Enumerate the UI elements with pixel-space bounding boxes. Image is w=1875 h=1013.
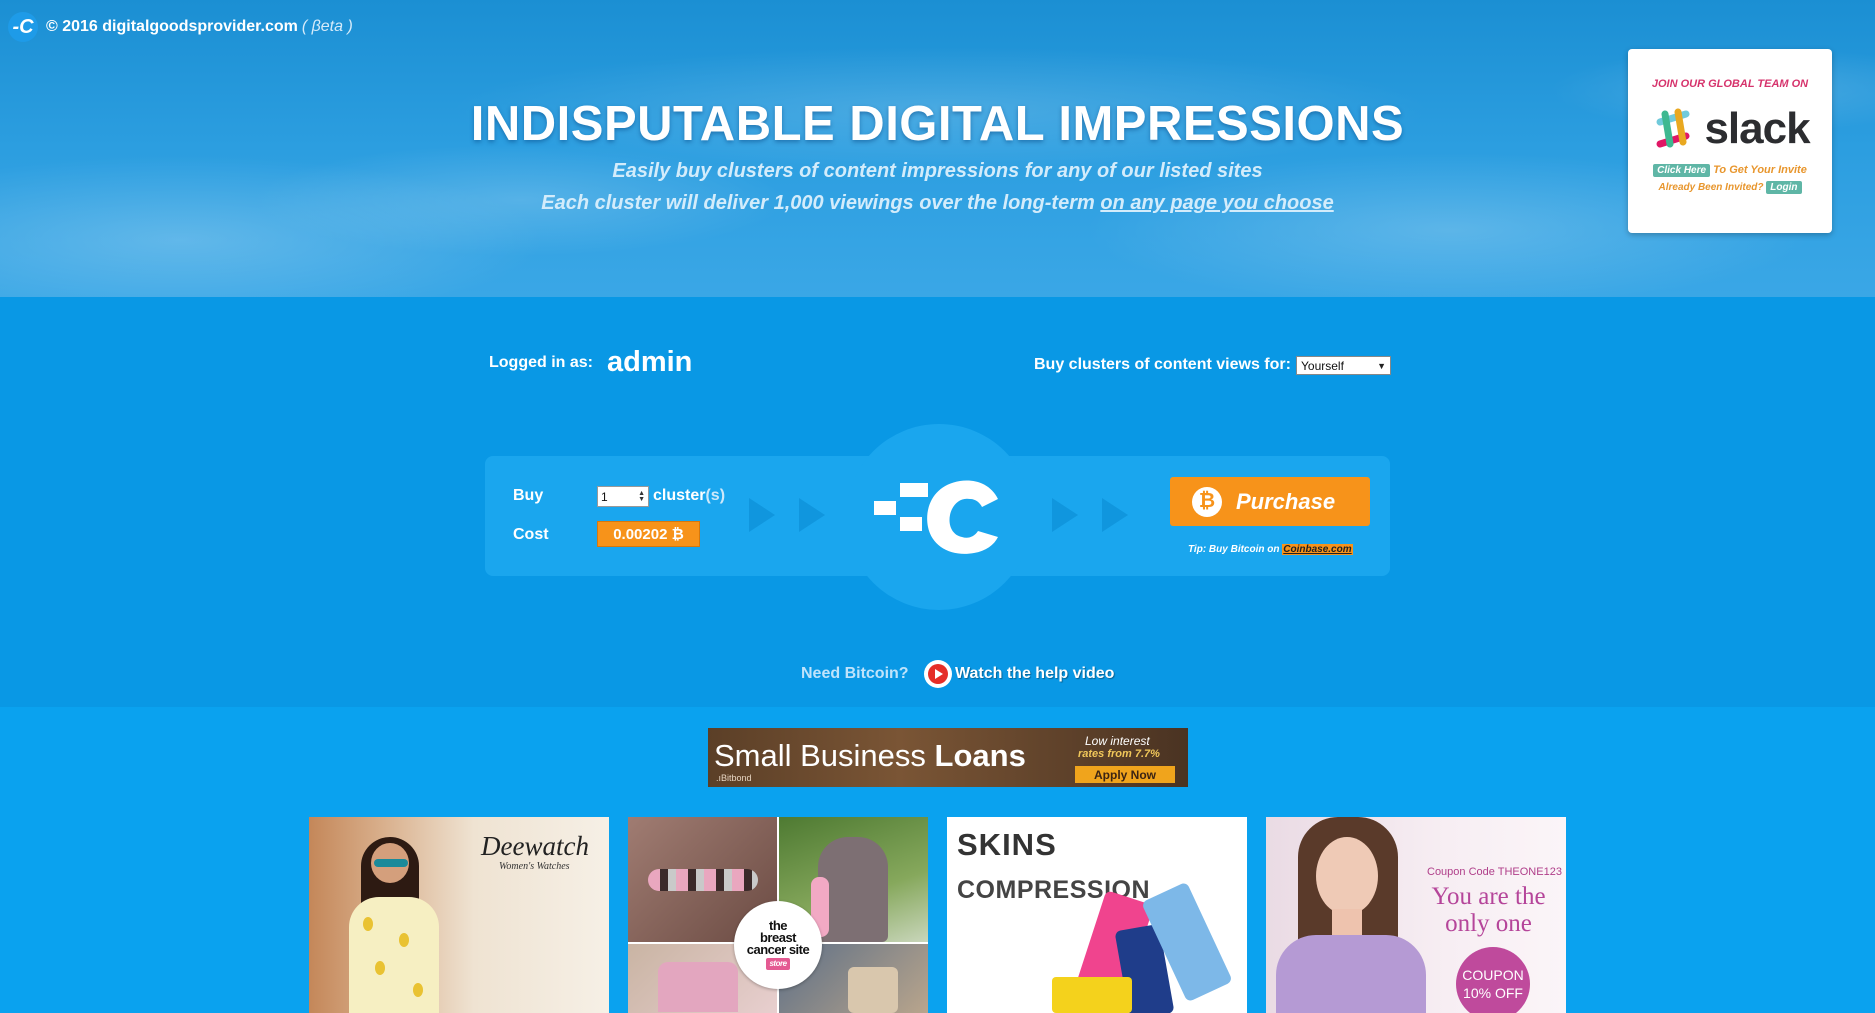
cluster-word: cluster (653, 487, 706, 504)
ad-rate-line-2: rates from 7.7% (1078, 748, 1160, 760)
buy-label: Buy (513, 487, 544, 504)
slack-join-text: JOIN OUR GLOBAL TEAM ON (1651, 78, 1809, 90)
ad-banner-small-business-loans[interactable]: Small Business Loans .ıBitbond Low inter… (708, 728, 1188, 787)
arrow-right-icon (749, 498, 775, 532)
handbag-shape (658, 962, 738, 1012)
hero-title: INDISPUTABLE DIGITAL IMPRESSIONS (470, 97, 1405, 151)
ad-banner-title: Small Business Loans (714, 738, 1026, 774)
lemon-print (363, 917, 373, 931)
cluster-quantity-input[interactable]: 1 ▲ ▼ (597, 486, 649, 507)
center-logo-circle (846, 424, 1032, 610)
need-bitcoin-label: Need Bitcoin? (801, 665, 909, 682)
bracelet-shape (648, 869, 758, 891)
brand-text: © 2016 digitalgoodsprovider.com( βeta ) (46, 18, 353, 36)
youtube-play-inner (928, 664, 948, 684)
hero-subtitle-2-text: Each cluster will deliver 1,000 viewings… (541, 192, 1101, 214)
arrow-right-icon (1102, 498, 1128, 532)
hero-subtitle-2: Each cluster will deliver 1,000 viewings… (0, 192, 1875, 215)
slack-invite-line: Click Here To Get Your Invite (1628, 164, 1832, 177)
ad-tile-lingerie[interactable]: Coupon Code THEONE123 You are the only o… (1266, 817, 1566, 1013)
youtube-play-icon[interactable] (924, 660, 952, 688)
ad-tile-deewatch[interactable]: Deewatch Women's Watches (309, 817, 609, 1013)
lemon-print (413, 983, 423, 997)
sunglasses-shape (374, 859, 408, 867)
model-face (1316, 837, 1378, 915)
slack-wordmark: slack (1704, 104, 1810, 153)
coupon-code-text: Coupon Code THEONE123 (1427, 866, 1562, 878)
skins-logo: SKINS (957, 827, 1057, 862)
coupon-line-1: COUPON (1462, 967, 1524, 983)
dgp-large-logo-icon (874, 480, 998, 554)
model-dress (349, 897, 439, 1013)
cluster-suffix: (s) (705, 487, 726, 504)
quantity-value: 1 (601, 489, 608, 504)
lace-top (1276, 935, 1426, 1013)
badge-line-3: cancer site (746, 942, 810, 957)
purchase-button[interactable]: ₿ Purchase (1170, 477, 1370, 526)
purchase-label: Purchase (1236, 488, 1336, 514)
chevron-down-icon: ▼ (1377, 360, 1386, 371)
already-invited-text: Already Been Invited? (1658, 182, 1764, 193)
tip-text: Tip: Buy Bitcoin on (1188, 544, 1283, 555)
beta-label: ( βeta ) (301, 18, 353, 35)
ad-tile-breast-cancer-site[interactable]: the breast cancer site store (628, 817, 928, 1013)
dgp-logo-icon[interactable]: -C (8, 12, 38, 42)
play-triangle-icon (935, 669, 943, 679)
watch-help-video-link[interactable]: Watch the help video (955, 665, 1114, 683)
lemon-print (375, 961, 385, 975)
model-image (341, 827, 451, 1013)
hero-banner: -C © 2016 digitalgoodsprovider.com( βeta… (0, 0, 1875, 297)
compression-sleeve-yellow (1052, 977, 1132, 1013)
buy-for-label: Buy clusters of content views for: (1034, 356, 1291, 373)
ad-title-light: Small Business (714, 738, 935, 773)
deewatch-logo: Deewatch (481, 831, 589, 861)
coinbase-link[interactable]: Coinbase.com (1282, 544, 1353, 555)
cluster-label: cluster(s) (653, 487, 725, 505)
ad-tile-skins[interactable]: SKINS COMPRESSION (947, 817, 1247, 1013)
cost-value-box: 0.00202 ₿ (597, 521, 700, 547)
username: admin (607, 346, 693, 378)
copyright-text: © 2016 digitalgoodsprovider.com (46, 18, 298, 35)
any-page-link[interactable]: on any page you choose (1100, 192, 1333, 214)
coupon-line-2: 10% OFF (1463, 985, 1523, 1001)
slack-logo[interactable]: slack (1628, 104, 1832, 154)
coupon-badge: COUPON 10% OFF (1456, 947, 1530, 1013)
hero-subtitle-1: Easily buy clusters of content impressio… (612, 160, 1263, 182)
click-here-button[interactable]: Click Here (1653, 164, 1711, 177)
slack-already-line: Already Been Invited? Login (1628, 181, 1832, 194)
invite-text: To Get Your Invite (1713, 164, 1807, 176)
spinner-arrows-icon[interactable]: ▲ ▼ (638, 490, 645, 503)
lingerie-headline: You are the only one (1431, 883, 1546, 937)
badge-store: store (766, 958, 790, 970)
bitcoin-tip: Tip: Buy Bitcoin on Coinbase.com (1188, 544, 1353, 555)
logged-in-label: Logged in as: (489, 354, 593, 371)
ad-banner-brand: .ıBitbond (716, 773, 752, 783)
cost-label: Cost (513, 526, 549, 543)
deewatch-subtitle: Women's Watches (499, 861, 570, 872)
bitcoin-icon: ₿ (1192, 486, 1222, 517)
ad-title-bold: Loans (934, 738, 1026, 773)
breast-cancer-site-logo: the breast cancer site store (734, 901, 822, 989)
arrow-right-icon (799, 498, 825, 532)
buy-for-select[interactable]: Yourself ▼ (1296, 356, 1391, 375)
slack-hash-icon (1656, 108, 1690, 148)
buy-for-selected: Yourself (1301, 358, 1344, 373)
slack-invite-card: JOIN OUR GLOBAL TEAM ON slack Click Here… (1628, 49, 1832, 233)
lemon-print (399, 933, 409, 947)
ad-rate-line-1: Low interest (1085, 734, 1150, 748)
header-brand[interactable]: -C © 2016 digitalgoodsprovider.com( βeta… (8, 12, 353, 42)
ad-apply-button[interactable]: Apply Now (1075, 766, 1175, 783)
arrow-right-icon (1052, 498, 1078, 532)
slack-login-button[interactable]: Login (1766, 181, 1802, 194)
boots-shape (848, 967, 898, 1013)
